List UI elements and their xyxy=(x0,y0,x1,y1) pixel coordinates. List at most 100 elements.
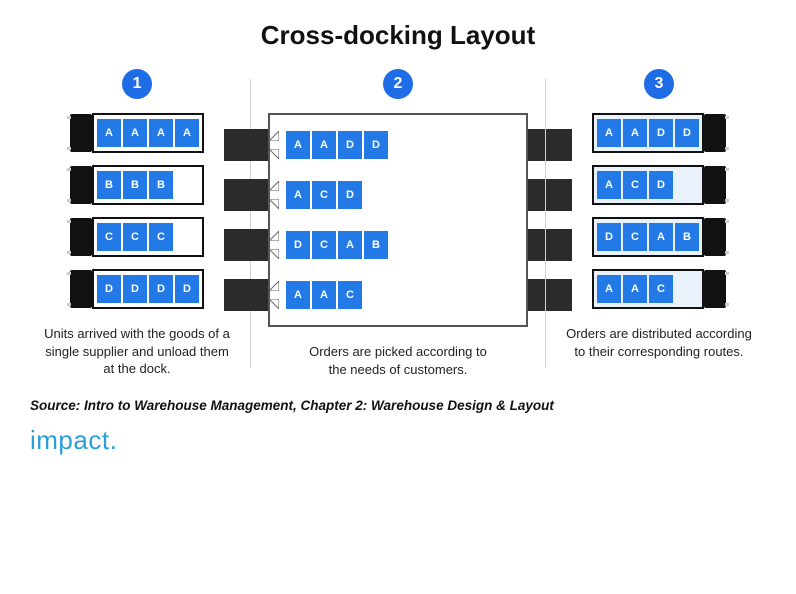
stage-badge-3: 3 xyxy=(644,69,674,99)
crate: D xyxy=(649,119,673,147)
stage-3-caption: Orders are distributed according to thei… xyxy=(564,325,754,360)
crate: A xyxy=(338,231,362,259)
truck-trailer: A A D D xyxy=(592,113,704,153)
dock-row: A A C xyxy=(270,275,526,315)
crate: C xyxy=(338,281,362,309)
dock-row: A C D xyxy=(270,175,526,215)
dock-door-icon xyxy=(268,179,280,211)
crate: C xyxy=(149,223,173,251)
truck-cab-icon xyxy=(70,114,92,152)
crate: D xyxy=(338,131,362,159)
truck-trailer: D C A B xyxy=(592,217,704,257)
crate: D xyxy=(175,275,199,303)
truck-cab-icon xyxy=(70,270,92,308)
crate: D xyxy=(338,181,362,209)
crate: A xyxy=(97,119,121,147)
truck-cab-icon xyxy=(70,218,92,256)
truck-cab-icon xyxy=(704,114,726,152)
crate: D xyxy=(675,119,699,147)
dock-row: A A D D xyxy=(270,125,526,165)
column-divider xyxy=(545,79,546,368)
crate: A xyxy=(286,131,310,159)
dock-door-icon xyxy=(268,229,280,261)
truck-cab-icon xyxy=(70,166,92,204)
crate: D xyxy=(97,275,121,303)
column-warehouse: 2 A A D D xyxy=(257,69,539,378)
crate: A xyxy=(286,181,310,209)
crate: C xyxy=(312,231,336,259)
truck: B B B xyxy=(70,165,204,205)
truck: A C D xyxy=(592,165,726,205)
crate: A xyxy=(175,119,199,147)
crate: D xyxy=(649,171,673,199)
truck-trailer: B B B xyxy=(92,165,204,205)
crate: A xyxy=(286,281,310,309)
crate: C xyxy=(623,171,647,199)
crate: B xyxy=(123,171,147,199)
truck-cab-icon xyxy=(704,218,726,256)
dock-door-icon xyxy=(268,279,280,311)
truck-trailer: A A A A xyxy=(92,113,204,153)
truck-trailer: D D D D xyxy=(92,269,204,309)
source-citation: Source: Intro to Warehouse Management, C… xyxy=(30,398,766,413)
impact-logo: impact. xyxy=(30,425,766,456)
crate: B xyxy=(97,171,121,199)
column-divider xyxy=(250,79,251,368)
dock-door-icon xyxy=(268,129,280,161)
dock-row: D C A B xyxy=(270,225,526,265)
crate: D xyxy=(597,223,621,251)
crate: A xyxy=(123,119,147,147)
crate: D xyxy=(286,231,310,259)
dock-block-icon xyxy=(224,229,268,261)
truck: C C C xyxy=(70,217,204,257)
staging-area: A C D xyxy=(286,181,362,209)
diagram-title: Cross-docking Layout xyxy=(30,20,766,51)
crate: C xyxy=(97,223,121,251)
dock-block-icon xyxy=(224,179,268,211)
stage-2-caption: Orders are picked according to the needs… xyxy=(303,343,493,378)
crate: A xyxy=(149,119,173,147)
crate: D xyxy=(123,275,147,303)
stage-badge-2: 2 xyxy=(383,69,413,99)
crate: C xyxy=(123,223,147,251)
crate: B xyxy=(149,171,173,199)
column-inbound: 1 A A A A B B B xyxy=(30,69,244,378)
truck-trailer: A C D xyxy=(592,165,704,205)
crate: B xyxy=(364,231,388,259)
warehouse-floor: A A D D A C D xyxy=(268,113,528,327)
crate: D xyxy=(364,131,388,159)
crate: A xyxy=(597,171,621,199)
truck-trailer: A A C xyxy=(592,269,704,309)
crate: A xyxy=(312,131,336,159)
crate: C xyxy=(312,181,336,209)
dock-block-icon xyxy=(224,129,268,161)
inbound-trucks: A A A A B B B C C C xyxy=(70,113,204,309)
dock-block-icon xyxy=(224,279,268,311)
crate: A xyxy=(597,119,621,147)
truck: A A A A xyxy=(70,113,204,153)
truck-cab-icon xyxy=(704,166,726,204)
crate: D xyxy=(149,275,173,303)
staging-area: A A D D xyxy=(286,131,388,159)
crate: C xyxy=(649,275,673,303)
crate: C xyxy=(623,223,647,251)
crate: A xyxy=(623,275,647,303)
crate: A xyxy=(312,281,336,309)
truck-cab-icon xyxy=(704,270,726,308)
truck: A A C xyxy=(592,269,726,309)
truck-trailer: C C C xyxy=(92,217,204,257)
crate: A xyxy=(597,275,621,303)
truck: A A D D xyxy=(592,113,726,153)
stage-1-caption: Units arrived with the goods of a single… xyxy=(42,325,232,378)
truck: D D D D xyxy=(70,269,204,309)
stage-badge-1: 1 xyxy=(122,69,152,99)
crate: A xyxy=(623,119,647,147)
diagram-columns: 1 A A A A B B B xyxy=(30,69,766,378)
staging-area: A A C xyxy=(286,281,362,309)
truck: D C A B xyxy=(592,217,726,257)
crate: B xyxy=(675,223,699,251)
crate: A xyxy=(649,223,673,251)
outbound-trucks: A A D D A C D D C A xyxy=(592,113,726,309)
column-outbound: 3 A A D D A C D xyxy=(552,69,766,378)
staging-area: D C A B xyxy=(286,231,388,259)
